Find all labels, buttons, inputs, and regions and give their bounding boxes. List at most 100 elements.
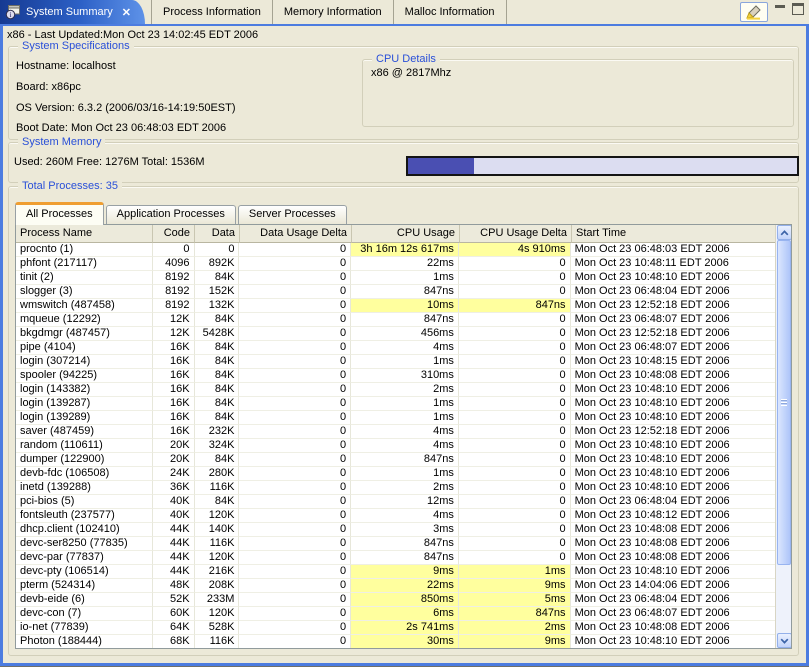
cell: 0 xyxy=(239,467,351,481)
table-row[interactable]: wmswitch (487458)8192132K010ms847nsMon O… xyxy=(16,299,775,313)
tab-all-processes[interactable]: All Processes xyxy=(15,202,104,225)
table-row[interactable]: Photon (188444)68K116K030ms9msMon Oct 23… xyxy=(16,635,775,649)
tab-system-summary[interactable]: i System Summary ✕ xyxy=(0,0,145,24)
scroll-down-button[interactable] xyxy=(777,633,792,648)
cell: 12K xyxy=(153,327,195,341)
table-row[interactable]: pterm (524314)48K208K022ms9msMon Oct 23 … xyxy=(16,579,775,593)
scrollbar-thumb[interactable] xyxy=(777,240,791,565)
cell: 0 xyxy=(459,271,571,285)
cell: 0 xyxy=(239,579,351,593)
cell: Mon Oct 23 10:48:08 EDT 2006 xyxy=(571,621,775,635)
cpu-details-title: CPU Details xyxy=(372,53,440,65)
cell: 1ms xyxy=(351,355,459,369)
cell: 0 xyxy=(459,481,571,495)
cell: io-net (77839) xyxy=(16,621,153,635)
cell: 132K xyxy=(195,299,240,313)
cell: devc-pty (106514) xyxy=(16,565,153,579)
table-row[interactable]: login (143382)16K84K02ms0Mon Oct 23 10:4… xyxy=(16,383,775,397)
tab-memory-information[interactable]: Memory Information xyxy=(273,0,394,24)
table-row[interactable]: devc-par (77837)44K120K0847ns0Mon Oct 23… xyxy=(16,551,775,565)
column-header-cpu-usage[interactable]: CPU Usage xyxy=(352,225,460,243)
cell: 0 xyxy=(239,341,351,355)
cell: 12ms xyxy=(351,495,459,509)
table-row[interactable]: phfont (217117)4096892K022ms0Mon Oct 23 … xyxy=(16,257,775,271)
table-row[interactable]: tinit (2)819284K01ms0Mon Oct 23 10:48:10… xyxy=(16,271,775,285)
highlight-toggle-button[interactable] xyxy=(740,2,768,22)
tab-malloc-information[interactable]: Malloc Information xyxy=(394,0,507,24)
cell: Mon Oct 23 06:48:04 EDT 2006 xyxy=(571,495,775,509)
table-row[interactable]: login (307214)16K84K01ms0Mon Oct 23 10:4… xyxy=(16,355,775,369)
cell: 68K xyxy=(153,635,195,649)
cell: Mon Oct 23 10:48:10 EDT 2006 xyxy=(571,439,775,453)
table-row[interactable]: io-net (77839)64K528K02s 741ms2msMon Oct… xyxy=(16,621,775,635)
cell: 4ms xyxy=(351,341,459,355)
table-row[interactable]: saver (487459)16K232K04ms0Mon Oct 23 12:… xyxy=(16,425,775,439)
maximize-icon[interactable] xyxy=(792,3,804,15)
cell: 84K xyxy=(195,453,240,467)
table-row[interactable]: dhcp.client (102410)44K140K03ms0Mon Oct … xyxy=(16,523,775,537)
cell: 84K xyxy=(195,271,240,285)
hostname-text: Hostname: localhost xyxy=(16,60,116,72)
column-header-data-usage-delta[interactable]: Data Usage Delta xyxy=(240,225,352,243)
table-row[interactable]: fontsleuth (237577)40K120K04ms0Mon Oct 2… xyxy=(16,509,775,523)
table-row[interactable]: pipe (4104)16K84K04ms0Mon Oct 23 06:48:0… xyxy=(16,341,775,355)
cell: 0 xyxy=(239,243,351,257)
cell: 456ms xyxy=(351,327,459,341)
cell: 847ns xyxy=(351,453,459,467)
cell: 0 xyxy=(239,607,351,621)
table-row[interactable]: mqueue (12292)12K84K0847ns0Mon Oct 23 06… xyxy=(16,313,775,327)
cell: 9ms xyxy=(351,565,459,579)
column-header-start-time[interactable]: Start Time xyxy=(572,225,777,243)
cell: 0 xyxy=(239,593,351,607)
cell: 22ms xyxy=(351,579,459,593)
column-header-cpu-usage-delta[interactable]: CPU Usage Delta xyxy=(460,225,572,243)
close-icon[interactable]: ✕ xyxy=(122,6,131,19)
memory-used-bar xyxy=(408,158,474,174)
system-memory-title: System Memory xyxy=(18,136,105,148)
cell: 44K xyxy=(153,537,195,551)
system-memory-group: System Memory Used: 260M Free: 1276M Tot… xyxy=(8,142,799,183)
column-header-data[interactable]: Data xyxy=(195,225,240,243)
minimize-icon[interactable] xyxy=(775,5,785,8)
cell: 40K xyxy=(153,509,195,523)
cell: 0 xyxy=(459,313,571,327)
cell: 0 xyxy=(239,439,351,453)
table-row[interactable]: login (139289)16K84K01ms0Mon Oct 23 10:4… xyxy=(16,411,775,425)
cell: Mon Oct 23 10:48:08 EDT 2006 xyxy=(571,551,775,565)
cell: 16K xyxy=(153,369,195,383)
column-header-process-name[interactable]: Process Name xyxy=(16,225,153,243)
table-row[interactable]: inetd (139288)36K116K02ms0Mon Oct 23 10:… xyxy=(16,481,775,495)
boot-date-text: Boot Date: Mon Oct 23 06:48:03 EDT 2006 xyxy=(16,122,226,134)
table-row[interactable]: bkgdmgr (487457)12K5428K0456ms0Mon Oct 2… xyxy=(16,327,775,341)
cell: 847ns xyxy=(351,537,459,551)
table-row[interactable]: pci-bios (5)40K84K012ms0Mon Oct 23 06:48… xyxy=(16,495,775,509)
cell: 16K xyxy=(153,383,195,397)
cell: 0 xyxy=(239,411,351,425)
table-row[interactable]: procnto (1)0003h 16m 12s 617ms4s 910msMo… xyxy=(16,243,775,257)
cell: 116K xyxy=(195,635,240,649)
tab-process-information[interactable]: Process Information xyxy=(151,0,273,24)
table-row[interactable]: devc-pty (106514)44K216K09ms1msMon Oct 2… xyxy=(16,565,775,579)
table-row[interactable]: dumper (122900)20K84K0847ns0Mon Oct 23 1… xyxy=(16,453,775,467)
table-row[interactable]: devb-eide (6)52K233M0850ms5msMon Oct 23 … xyxy=(16,593,775,607)
table-row[interactable]: devc-con (7)60K120K06ms847nsMon Oct 23 0… xyxy=(16,607,775,621)
tab-application-processes[interactable]: Application Processes xyxy=(106,205,236,224)
cell: Mon Oct 23 10:48:10 EDT 2006 xyxy=(571,481,775,495)
tab-server-processes[interactable]: Server Processes xyxy=(238,205,347,224)
cell: Mon Oct 23 10:48:10 EDT 2006 xyxy=(571,383,775,397)
table-row[interactable]: devc-ser8250 (77835)44K116K0847ns0Mon Oc… xyxy=(16,537,775,551)
vertical-scrollbar[interactable] xyxy=(775,225,791,648)
table-row[interactable]: random (110611)20K324K04ms0Mon Oct 23 10… xyxy=(16,439,775,453)
scroll-up-button[interactable] xyxy=(777,225,792,240)
cell: 847ns xyxy=(459,607,571,621)
table-row[interactable]: slogger (3)8192152K0847ns0Mon Oct 23 06:… xyxy=(16,285,775,299)
column-header-code[interactable]: Code xyxy=(153,225,195,243)
table-row[interactable]: spooler (94225)16K84K0310ms0Mon Oct 23 1… xyxy=(16,369,775,383)
cell: 9ms xyxy=(459,635,571,649)
cell: 0 xyxy=(459,397,571,411)
cell: 152K xyxy=(195,285,240,299)
table-row[interactable]: login (139287)16K84K01ms0Mon Oct 23 10:4… xyxy=(16,397,775,411)
system-specifications-group: System Specifications Hostname: localhos… xyxy=(8,46,799,140)
table-row[interactable]: devb-fdc (106508)24K280K01ms0Mon Oct 23 … xyxy=(16,467,775,481)
cell: 52K xyxy=(153,593,195,607)
